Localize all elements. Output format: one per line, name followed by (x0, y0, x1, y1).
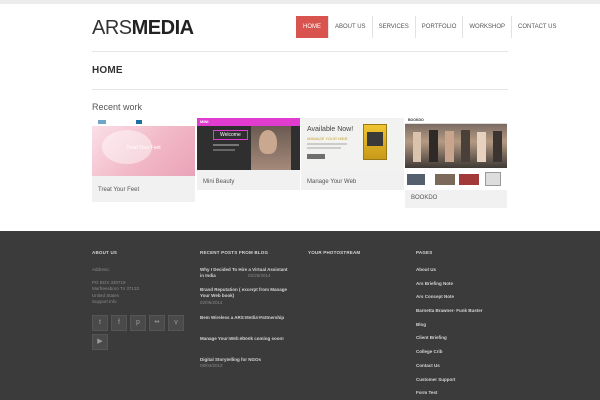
thumb-text: Available Now! (307, 126, 354, 133)
facebook-icon[interactable]: f (111, 315, 127, 331)
blog-post[interactable]: Bem Wireless a ARS Media Partnership 08/… (200, 315, 292, 336)
portfolio-thumbnail[interactable]: Available Now! MANAGE YOUR WEB (301, 118, 404, 170)
nav-contact-us[interactable]: CONTACT US (511, 16, 562, 38)
footer-about: ABOUT US Address: PO BOX 330719 Murfrees… (92, 250, 182, 306)
portfolio-thumbnail[interactable]: BOOKDO (405, 118, 507, 190)
nav-home[interactable]: HOME (296, 16, 328, 38)
footer-link-client-briefing[interactable]: Client Briefing (416, 335, 516, 349)
logo-text-light: ARS (92, 17, 132, 39)
nav-about-us[interactable]: ABOUT US (328, 16, 372, 38)
blog-post[interactable]: Brand Reputation ( excerpt from Manage Y… (200, 287, 292, 315)
thumb-subtext: MANAGE YOUR WEB (307, 136, 348, 141)
header-divider (92, 51, 508, 52)
twitter-icon[interactable]: t (92, 315, 108, 331)
portfolio-caption[interactable]: Manage Your Web (307, 179, 356, 185)
flickr-icon[interactable]: •• (149, 315, 165, 331)
thumb-brand: MINI (200, 119, 209, 124)
portfolio-caption[interactable]: Mini Beauty (203, 179, 234, 185)
portfolio-thumbnail[interactable]: MINI Welcome (197, 118, 300, 170)
post-date: 02/06/2014 (200, 299, 223, 305)
post-title[interactable]: Brand Reputation ( excerpt from Manage Y… (200, 287, 292, 300)
portfolio-item-treat-your-feet[interactable]: Treat Your Feet Treat Your Feet (92, 118, 195, 202)
portfolio-caption[interactable]: Treat Your Feet (98, 187, 139, 193)
thumb-text: Welcome (213, 130, 248, 140)
footer-link-ars-briefing-note[interactable]: Ars Briefing Note (416, 281, 516, 295)
youtube-icon[interactable]: ▶ (92, 334, 108, 350)
portfolio-item-manage-your-web[interactable]: Available Now! MANAGE YOUR WEB Manage Yo… (301, 118, 404, 190)
blog-post[interactable]: Digital Storytelling for NGOs 08/04/2012 (200, 357, 292, 368)
site-logo[interactable]: ARSMEDIA (92, 17, 194, 39)
portfolio-caption[interactable]: BOOKDO (411, 195, 437, 201)
footer-link-contact-us[interactable]: Contact Us (416, 363, 516, 377)
footer-link-about-us[interactable]: About Us (416, 267, 516, 281)
post-date: 02/26/2014 (248, 273, 271, 279)
portfolio-item-mini-beauty[interactable]: MINI Welcome Mini Beauty (197, 118, 300, 190)
portfolio-thumbnail[interactable]: Treat Your Feet (92, 118, 195, 176)
post-date: 08/04/2012 (200, 363, 223, 369)
blog-post[interactable]: Why I Decided To Hire a Virtual Assistan… (200, 267, 292, 287)
nav-services[interactable]: SERVICES (371, 16, 415, 38)
logo-text-bold: MEDIA (131, 17, 194, 39)
footer-link-form-test[interactable]: Form Test (416, 390, 516, 400)
blog-post[interactable]: Manage Your Web ebook coming soon! 06/01… (200, 336, 292, 357)
vimeo-icon[interactable]: v (168, 315, 184, 331)
footer-link-college-crib[interactable]: College Crib (416, 349, 516, 363)
thumb-brand: BOOKDO (408, 118, 424, 122)
main-nav: HOME ABOUT US SERVICES PORTFOLIO WORKSHO… (296, 16, 562, 38)
footer-link-customer-support[interactable]: Customer Support (416, 377, 516, 391)
footer-link-barnetta-brawner[interactable]: Barnetta Brawner- Funk Buster (416, 308, 516, 322)
portfolio-item-bookdo[interactable]: BOOKDO BOOKDO (405, 118, 507, 208)
footer-pages: PAGES About Us Ars Briefing Note Ars Con… (416, 250, 516, 400)
footer-photostream: YOUR PHOTOSTREAM (308, 250, 398, 255)
recent-work-title: Recent work (92, 102, 143, 112)
footer-link-blog[interactable]: Blog (416, 322, 516, 336)
page-title: HOME (92, 65, 123, 76)
top-strip (0, 0, 600, 4)
about-support-link[interactable]: Support Info (92, 299, 182, 306)
footer-link-ars-concept-note[interactable]: Ars Concept Note (416, 294, 516, 308)
nav-workshop[interactable]: WORKSHOP (462, 16, 511, 38)
nav-portfolio[interactable]: PORTFOLIO (414, 16, 463, 38)
pinterest-icon[interactable]: p (130, 315, 146, 331)
title-divider (92, 89, 508, 90)
footer-recent-posts: RECENT POSTS FROM BLOG Why I Decided To … (200, 250, 292, 368)
footer-photostream-heading: YOUR PHOTOSTREAM (308, 250, 361, 255)
thumb-text: Treat Your Feet (126, 145, 161, 151)
